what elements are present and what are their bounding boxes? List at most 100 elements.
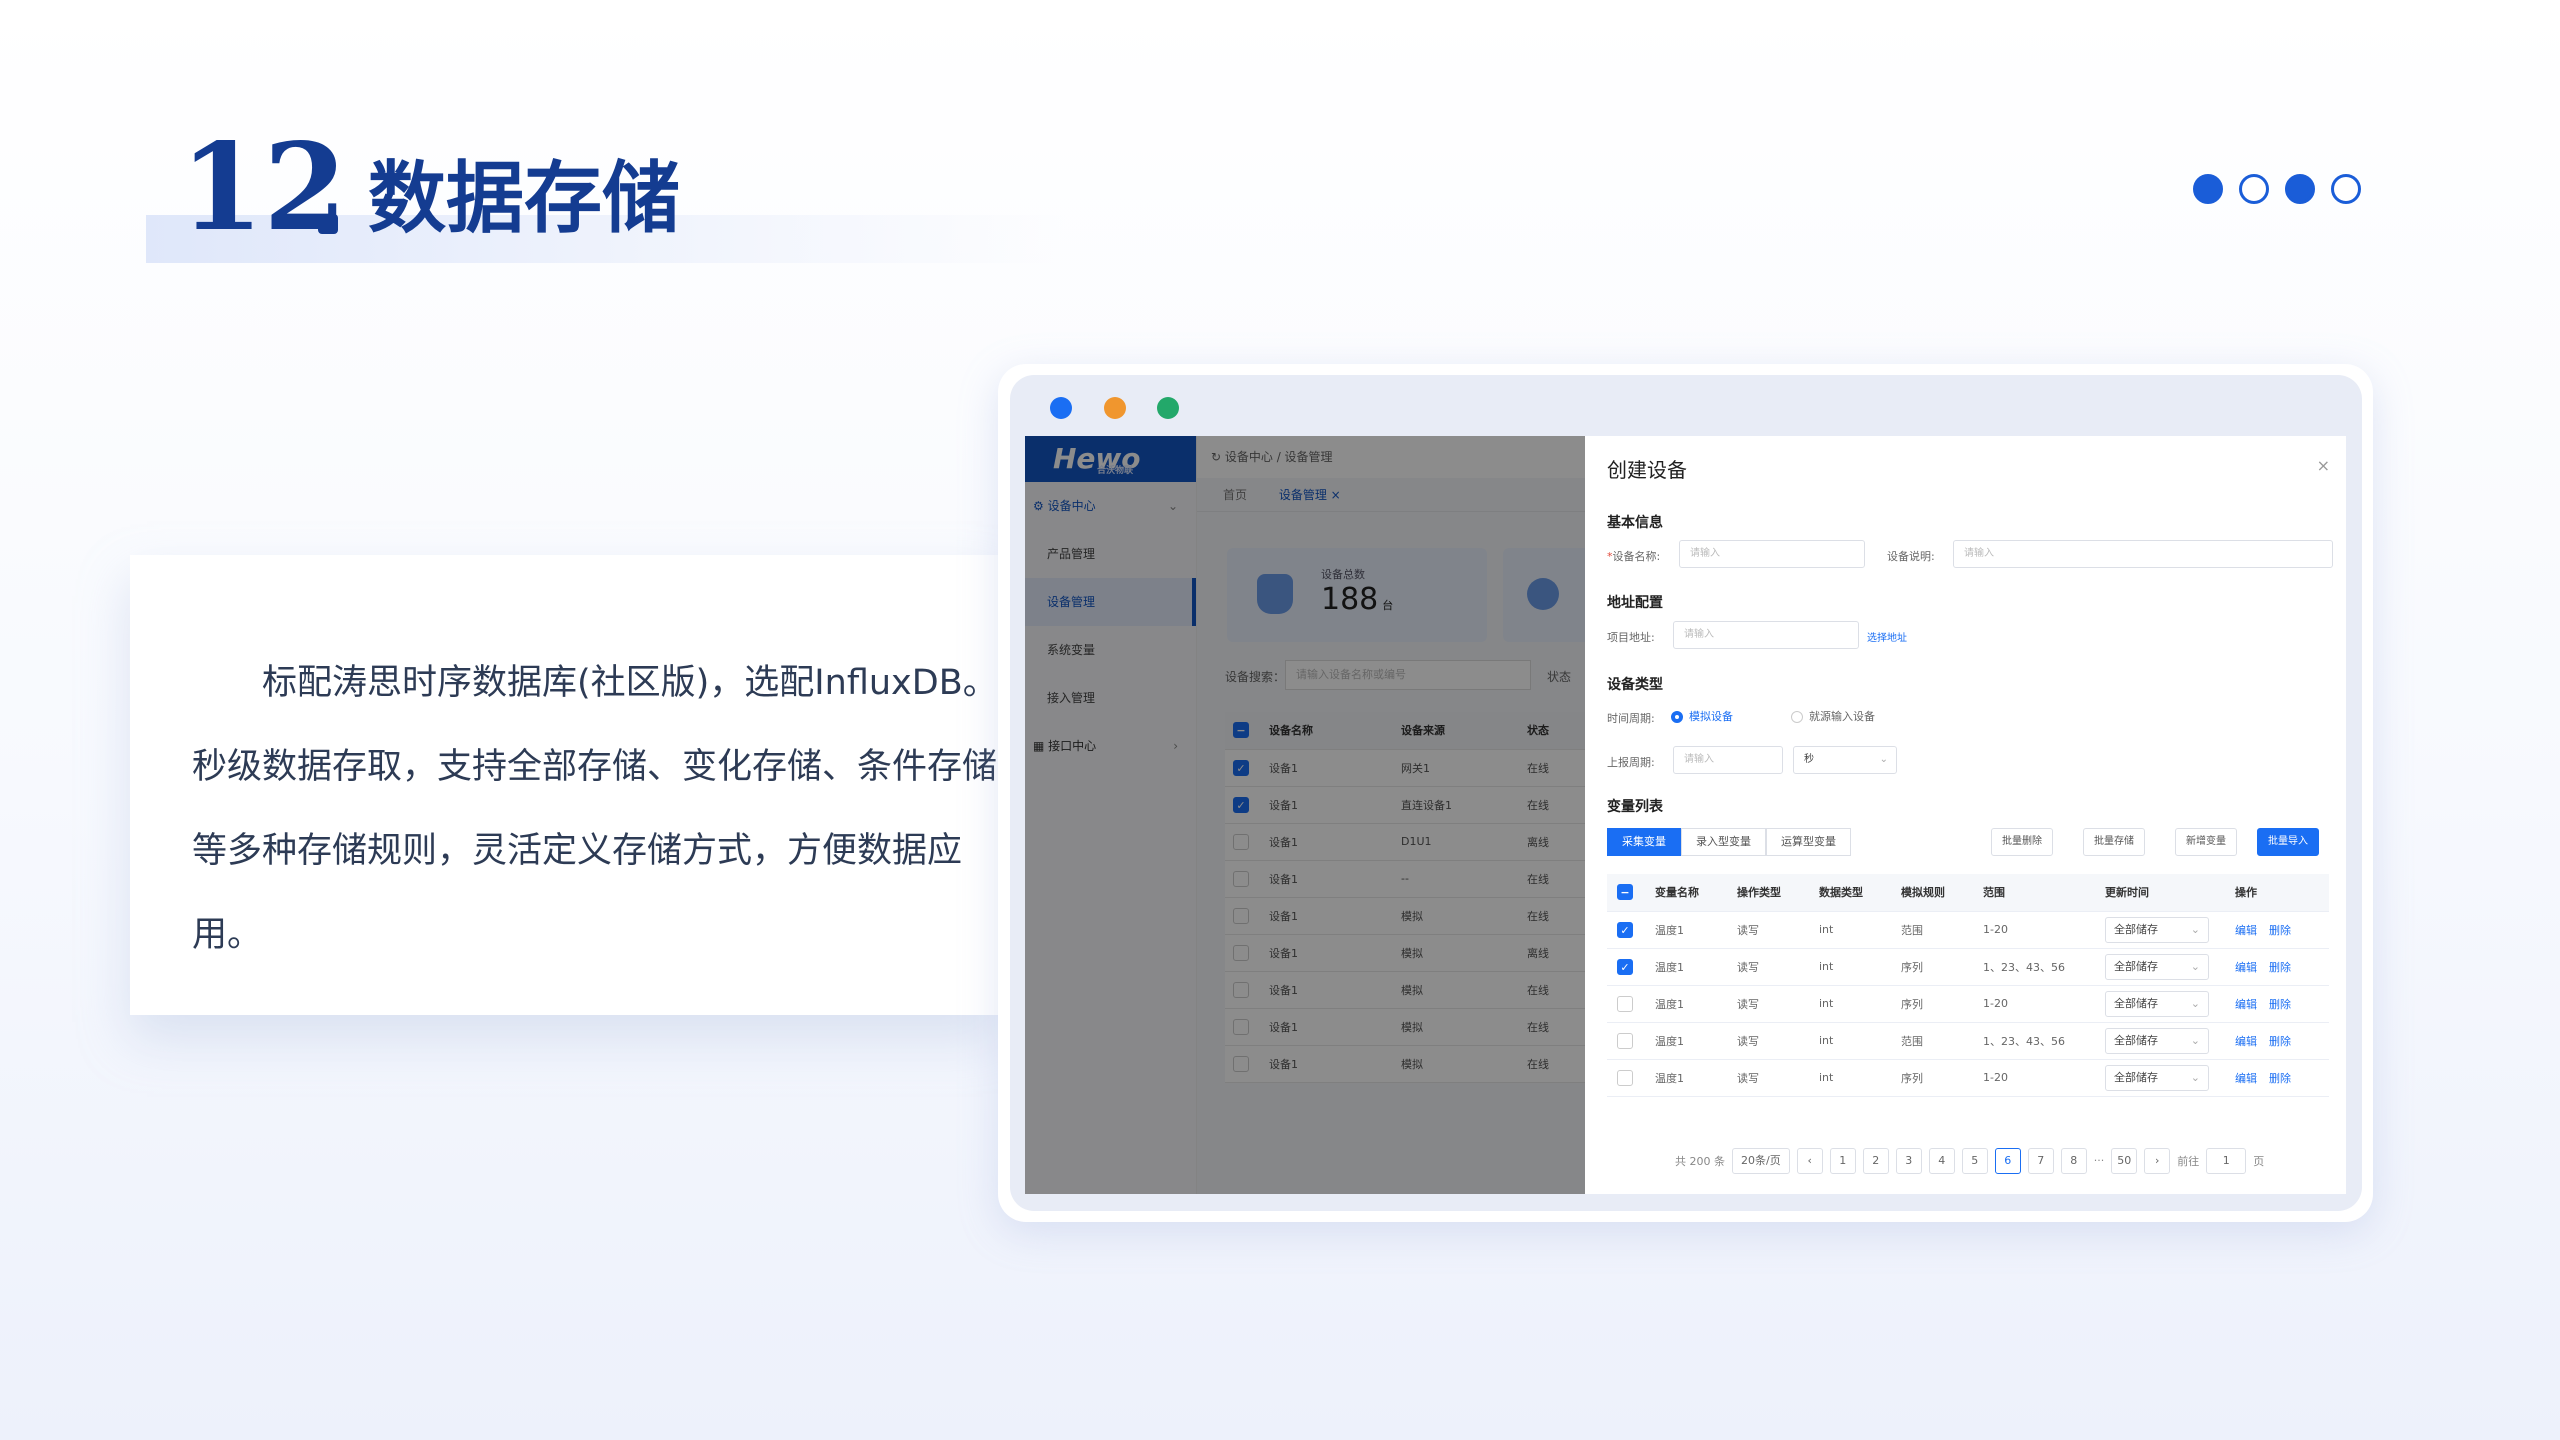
var-range-cell: 1、23、43、56 [1983,1022,2105,1060]
table-row[interactable]: ✓ 温度1 读写 int 序列 1、23、43、56 全部储存 ⌄ 编辑 删除 [1607,948,2329,986]
var-update-cell: 全部储存 ⌄ [2105,1059,2235,1097]
page-button[interactable]: 50 [2111,1148,2138,1174]
var-type-cell: int [1819,1022,1901,1060]
section-address: 地址配置 [1607,595,1663,611]
row-checkbox[interactable] [1617,1069,1633,1086]
page-button[interactable]: 1 [1829,1148,1856,1174]
table-row[interactable]: 温度1 读写 int 序列 1-20 全部储存 ⌄ 编辑 删除 [1607,1059,2329,1097]
device-name-input[interactable]: 请输入 [1679,540,1865,568]
chevron-down-icon: ⌄ [2190,996,2200,1010]
delete-link[interactable]: 删除 [2269,998,2291,1011]
page-button[interactable]: 7 [2027,1148,2054,1174]
next-page-button[interactable]: › [2144,1148,2171,1174]
edit-link[interactable]: 编辑 [2235,961,2257,974]
batch-import-button[interactable]: 批量导入 [2257,828,2319,856]
create-device-drawer: 创建设备 × 基本信息 *设备名称: 请输入 设备说明: 请输入 地址配置 项目… [1585,436,2346,1194]
report-unit-select[interactable]: 秒 ⌄ [1793,746,1897,774]
var-actions-cell: 编辑 删除 [2235,1059,2329,1097]
var-update-cell: 全部储存 ⌄ [2105,985,2235,1023]
var-op-cell: 读写 [1737,911,1819,949]
chevron-down-icon: ⌄ [1879,754,1888,765]
update-mode-value: 全部储存 [2114,1033,2158,1047]
project-address-label: 项目地址: [1607,631,1655,644]
var-rule-cell: 范围 [1901,1022,1983,1060]
batch-store-button[interactable]: 批量存储 [2083,828,2145,856]
title-dot [318,214,338,234]
row-select-cell: ✓ [1607,948,1655,986]
select-all-checkbox[interactable]: − [1617,884,1633,901]
project-address-input[interactable]: 请输入 [1673,621,1859,649]
select-all-cell: − [1607,874,1655,912]
radio-sim-device[interactable]: 模拟设备 [1671,708,1733,724]
table-row[interactable]: 温度1 读写 int 序列 1-20 全部储存 ⌄ 编辑 删除 [1607,985,2329,1023]
close-icon[interactable]: × [2317,456,2330,475]
row-checkbox[interactable]: ✓ [1617,958,1633,975]
edit-link[interactable]: 编辑 [2235,1072,2257,1085]
device-desc-input[interactable]: 请输入 [1953,540,2333,568]
description-text: 标配涛思时序数据库(社区版)，选配InfluxDB。秒级数据存取，支持全部存储、… [192,663,998,955]
var-update-cell: 全部储存 ⌄ [2105,948,2235,986]
var-op-cell: 读写 [1737,948,1819,986]
page-button[interactable]: 2 [1862,1148,1889,1174]
page-button[interactable]: 6 [1994,1148,2021,1174]
chevron-down-icon: ⌄ [2190,959,2200,973]
page-button[interactable]: 5 [1961,1148,1988,1174]
section-device-type: 设备类型 [1607,677,1663,693]
edit-link[interactable]: 编辑 [2235,998,2257,1011]
table-row[interactable]: ✓ 温度1 读写 int 范围 1-20 全部储存 ⌄ 编辑 删除 [1607,911,2329,949]
update-mode-select[interactable]: 全部储存 ⌄ [2105,953,2209,980]
description-card: 标配涛思时序数据库(社区版)，选配InfluxDB。秒级数据存取，支持全部存储、… [130,555,1000,1015]
row-checkbox[interactable]: ✓ [1617,921,1633,938]
col-header: 数据类型 [1819,874,1901,912]
chevron-down-icon: ⌄ [2190,1070,2200,1084]
var-op-cell: 读写 [1737,1022,1819,1060]
row-select-cell: ✓ [1607,911,1655,949]
page-button[interactable]: 8 [2060,1148,2087,1174]
edit-link[interactable]: 编辑 [2235,1035,2257,1048]
var-rule-cell: 序列 [1901,985,1983,1023]
update-mode-select[interactable]: 全部储存 ⌄ [2105,1064,2209,1091]
var-name-cell: 温度1 [1655,911,1737,949]
var-type-cell: int [1819,985,1901,1023]
table-row[interactable]: 温度1 读写 int 范围 1、23、43、56 全部储存 ⌄ 编辑 删除 [1607,1022,2329,1060]
pagination-ellipsis: ··· [2093,1154,2105,1167]
add-variable-button[interactable]: 新增变量 [2175,828,2237,856]
delete-link[interactable]: 删除 [2269,1035,2291,1048]
chevron-down-icon: ⌄ [2190,1033,2200,1047]
update-mode-select[interactable]: 全部储存 ⌄ [2105,990,2209,1017]
row-checkbox[interactable] [1617,1032,1633,1049]
choose-address-link[interactable]: 选择地址 [1867,629,1907,644]
update-mode-select[interactable]: 全部储存 ⌄ [2105,916,2209,943]
modal-overlay[interactable] [1025,436,1585,1194]
update-mode-value: 全部储存 [2114,959,2158,973]
update-mode-select[interactable]: 全部储存 ⌄ [2105,1027,2209,1054]
prev-page-button[interactable]: ‹ [1796,1148,1823,1174]
batch-delete-button[interactable]: 批量删除 [1991,828,2053,856]
update-mode-value: 全部储存 [2114,922,2158,936]
page-button[interactable]: 3 [1895,1148,1922,1174]
tab-calc-var[interactable]: 运算型变量 [1766,828,1851,856]
update-mode-value: 全部储存 [2114,996,2158,1010]
delete-link[interactable]: 删除 [2269,1072,2291,1085]
goto-page-input[interactable]: 1 [2206,1148,2247,1174]
var-range-cell: 1-20 [1983,911,2105,949]
chevron-down-icon: ⌄ [2190,922,2200,936]
tab-collect-var[interactable]: 采集变量 [1607,828,1681,856]
page-button[interactable]: 4 [1928,1148,1955,1174]
edit-link[interactable]: 编辑 [2235,924,2257,937]
page-size-select[interactable]: 20条/页 [1732,1148,1790,1174]
tab-input-var[interactable]: 录入型变量 [1681,828,1766,856]
pager-dot [2193,174,2223,204]
var-range-cell: 1、23、43、56 [1983,948,2105,986]
report-period-input[interactable]: 请输入 [1673,746,1783,774]
update-mode-value: 全部储存 [2114,1070,2158,1084]
var-name-cell: 温度1 [1655,1059,1737,1097]
slide-title: 数据存储 [368,154,681,244]
window-dot-blue [1050,397,1072,419]
row-select-cell [1607,1022,1655,1060]
radio-input-device[interactable]: 就源输入设备 [1791,708,1875,724]
delete-link[interactable]: 删除 [2269,961,2291,974]
delete-link[interactable]: 删除 [2269,924,2291,937]
var-actions-cell: 编辑 删除 [2235,911,2329,949]
row-checkbox[interactable] [1617,995,1633,1012]
